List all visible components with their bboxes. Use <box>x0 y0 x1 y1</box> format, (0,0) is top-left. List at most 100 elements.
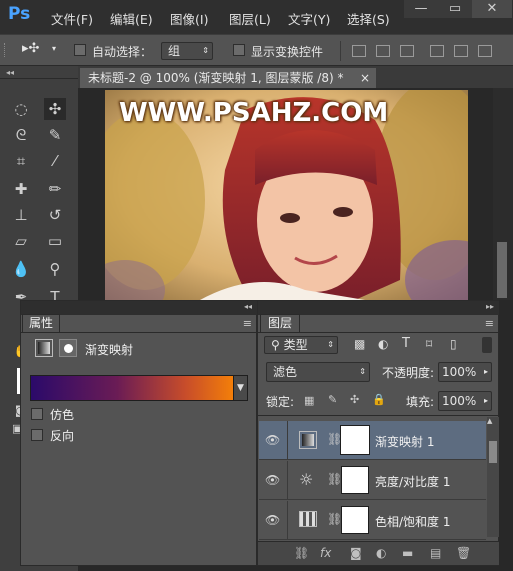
align-bottom-icon[interactable] <box>400 45 414 57</box>
filter-toggle[interactable] <box>482 337 492 353</box>
menu-edit[interactable]: 编辑(E) <box>110 9 153 28</box>
tool-preset-chevron-icon[interactable]: ▾ <box>52 44 56 53</box>
clone-stamp-tool-icon[interactable]: ⊥ <box>10 204 32 226</box>
move-tool-icon[interactable]: ▸✣ <box>22 41 39 56</box>
document-canvas[interactable]: WWW.PSAHZ.COM <box>105 90 468 300</box>
tab-layers[interactable]: 图层 <box>260 314 300 332</box>
layer-name[interactable]: 亮度/对比度 1 <box>375 473 451 490</box>
align-hcenter-icon[interactable] <box>454 45 468 57</box>
filter-adjustment-icon[interactable]: ◐ <box>378 337 388 351</box>
eyedropper-tool-icon[interactable]: ⁄ <box>44 150 66 172</box>
opacity-input[interactable]: 100% ▸ <box>438 362 492 382</box>
document-tab[interactable]: 未标题-2 @ 100% (渐变映射 1, 图层蒙版 /8) * × <box>80 68 376 88</box>
row-divider <box>287 501 288 540</box>
crop-tool-icon[interactable]: ⌗ <box>10 150 32 172</box>
chevron-down-icon[interactable]: ▸ <box>484 363 488 381</box>
visibility-eye-icon[interactable]: 👁 <box>265 513 280 527</box>
vertical-scrollbar[interactable] <box>493 88 513 300</box>
lock-all-icon[interactable]: 🔒 <box>372 393 386 406</box>
dither-checkbox[interactable] <box>31 408 43 420</box>
lasso-tool-icon[interactable]: ᘓ <box>10 124 32 146</box>
align-left-icon[interactable] <box>430 45 444 57</box>
blur-tool-icon[interactable]: 💧 <box>10 258 32 280</box>
fill-input[interactable]: 100% ▸ <box>438 391 492 411</box>
link-chain-icon[interactable]: ⛓ <box>327 472 342 486</box>
close-button[interactable]: ✕ <box>472 0 512 18</box>
panel-collapse-icon[interactable]: ▸▸ <box>486 302 494 311</box>
layer-row[interactable]: 👁 ⛓ 渐变映射 1 <box>259 421 486 460</box>
healing-brush-tool-icon[interactable]: ✚ <box>10 178 32 200</box>
gradient-preview[interactable] <box>30 375 247 401</box>
options-grip <box>4 43 8 57</box>
layer-filter-dropdown[interactable]: ⚲ 类型 ⇕ <box>264 336 338 354</box>
menu-type[interactable]: 文字(Y) <box>288 9 330 28</box>
gradient-picker-chevron-icon[interactable]: ▼ <box>233 375 248 401</box>
auto-select-dropdown[interactable]: 组 ⇕ <box>161 42 213 60</box>
layer-row[interactable]: 👁 ⛓ 色相/饱和度 1 <box>259 501 486 540</box>
layer-mask-thumbnail[interactable] <box>340 425 370 455</box>
move-tool-icon[interactable]: ✣ <box>44 98 66 120</box>
link-chain-icon[interactable]: ⛓ <box>327 512 342 526</box>
marquee-tool-icon[interactable]: ◌ <box>10 98 32 120</box>
link-chain-icon[interactable]: ⛓ <box>327 432 342 446</box>
blend-mode-dropdown[interactable]: 滤色 ⇕ <box>266 362 370 382</box>
delete-layer-icon[interactable]: 🗑 <box>456 546 471 560</box>
visibility-eye-icon[interactable]: 👁 <box>265 433 280 447</box>
panel-collapse-icon[interactable]: ◂◂ <box>244 302 252 311</box>
align-top-icon[interactable] <box>352 45 366 57</box>
tab-properties[interactable]: 属性 <box>22 314 60 332</box>
toolbar-collapse-icon[interactable]: ◂◂ <box>6 68 14 77</box>
visibility-eye-icon[interactable]: 👁 <box>265 473 280 487</box>
panel-menu-icon[interactable]: ≡ <box>485 317 494 330</box>
align-vcenter-icon[interactable] <box>376 45 390 57</box>
new-group-icon[interactable]: ▬ <box>402 546 413 560</box>
filter-shape-icon[interactable]: ⌑ <box>426 337 432 351</box>
adjustment-icon <box>35 339 53 357</box>
menu-image[interactable]: 图像(I) <box>170 9 208 28</box>
quick-select-tool-icon[interactable]: ✎ <box>44 124 66 146</box>
gradient-tool-icon[interactable]: ▭ <box>44 230 66 252</box>
minimize-button[interactable]: — <box>404 0 438 18</box>
new-layer-icon[interactable]: ▤ <box>430 546 441 560</box>
fx-icon[interactable]: fx <box>320 546 331 560</box>
new-adjustment-icon[interactable]: ◐ <box>376 546 386 560</box>
layer-row[interactable]: 👁 ☼ ⛓ 亮度/对比度 1 <box>259 461 486 500</box>
row-divider <box>287 421 288 460</box>
scrollbar-thumb[interactable] <box>489 441 497 463</box>
filter-type-icon[interactable]: T <box>402 336 410 351</box>
opacity-label: 不透明度: <box>382 366 435 380</box>
history-brush-tool-icon[interactable]: ↺ <box>44 204 66 226</box>
align-right-icon[interactable] <box>478 45 492 57</box>
reverse-checkbox[interactable] <box>31 429 43 441</box>
eraser-tool-icon[interactable]: ▱ <box>10 230 32 252</box>
filter-smart-object-icon[interactable]: ▯ <box>450 337 457 351</box>
layer-mask-thumbnail[interactable] <box>341 466 369 494</box>
reverse-label: 反向 <box>50 429 75 443</box>
layers-scrollbar[interactable]: ▲ <box>487 417 499 537</box>
layer-mask-thumbnail[interactable] <box>341 506 369 534</box>
scroll-up-icon[interactable]: ▲ <box>487 417 492 425</box>
dodge-tool-icon[interactable]: ⚲ <box>44 258 66 280</box>
restore-button[interactable]: ▭ <box>438 0 472 18</box>
lock-image-icon[interactable]: ✎ <box>328 393 337 406</box>
filter-pixel-icon[interactable]: ▩ <box>354 337 365 351</box>
show-transform-checkbox[interactable] <box>233 44 245 56</box>
add-mask-icon[interactable]: ◙ <box>350 546 362 560</box>
menu-file[interactable]: 文件(F) <box>51 9 93 28</box>
auto-select-checkbox[interactable] <box>74 44 86 56</box>
tab-divider <box>258 332 500 333</box>
close-tab-icon[interactable]: × <box>360 68 370 88</box>
scrollbar-thumb[interactable] <box>497 242 507 298</box>
link-layers-icon[interactable]: ⛓ <box>294 546 309 560</box>
lock-position-icon[interactable]: ✣ <box>350 393 359 406</box>
menu-layer[interactable]: 图层(L) <box>229 9 271 28</box>
app-logo: Ps <box>8 4 31 24</box>
layer-name[interactable]: 色相/饱和度 1 <box>375 513 451 530</box>
menu-select[interactable]: 选择(S) <box>347 9 390 28</box>
mask-icon[interactable] <box>59 339 77 357</box>
chevron-down-icon[interactable]: ▸ <box>484 392 488 410</box>
brush-tool-icon[interactable]: ✏ <box>44 178 66 200</box>
lock-transparent-icon[interactable]: ▦ <box>304 394 314 407</box>
layer-name[interactable]: 渐变映射 1 <box>375 433 434 450</box>
panel-menu-icon[interactable]: ≡ <box>243 317 252 330</box>
